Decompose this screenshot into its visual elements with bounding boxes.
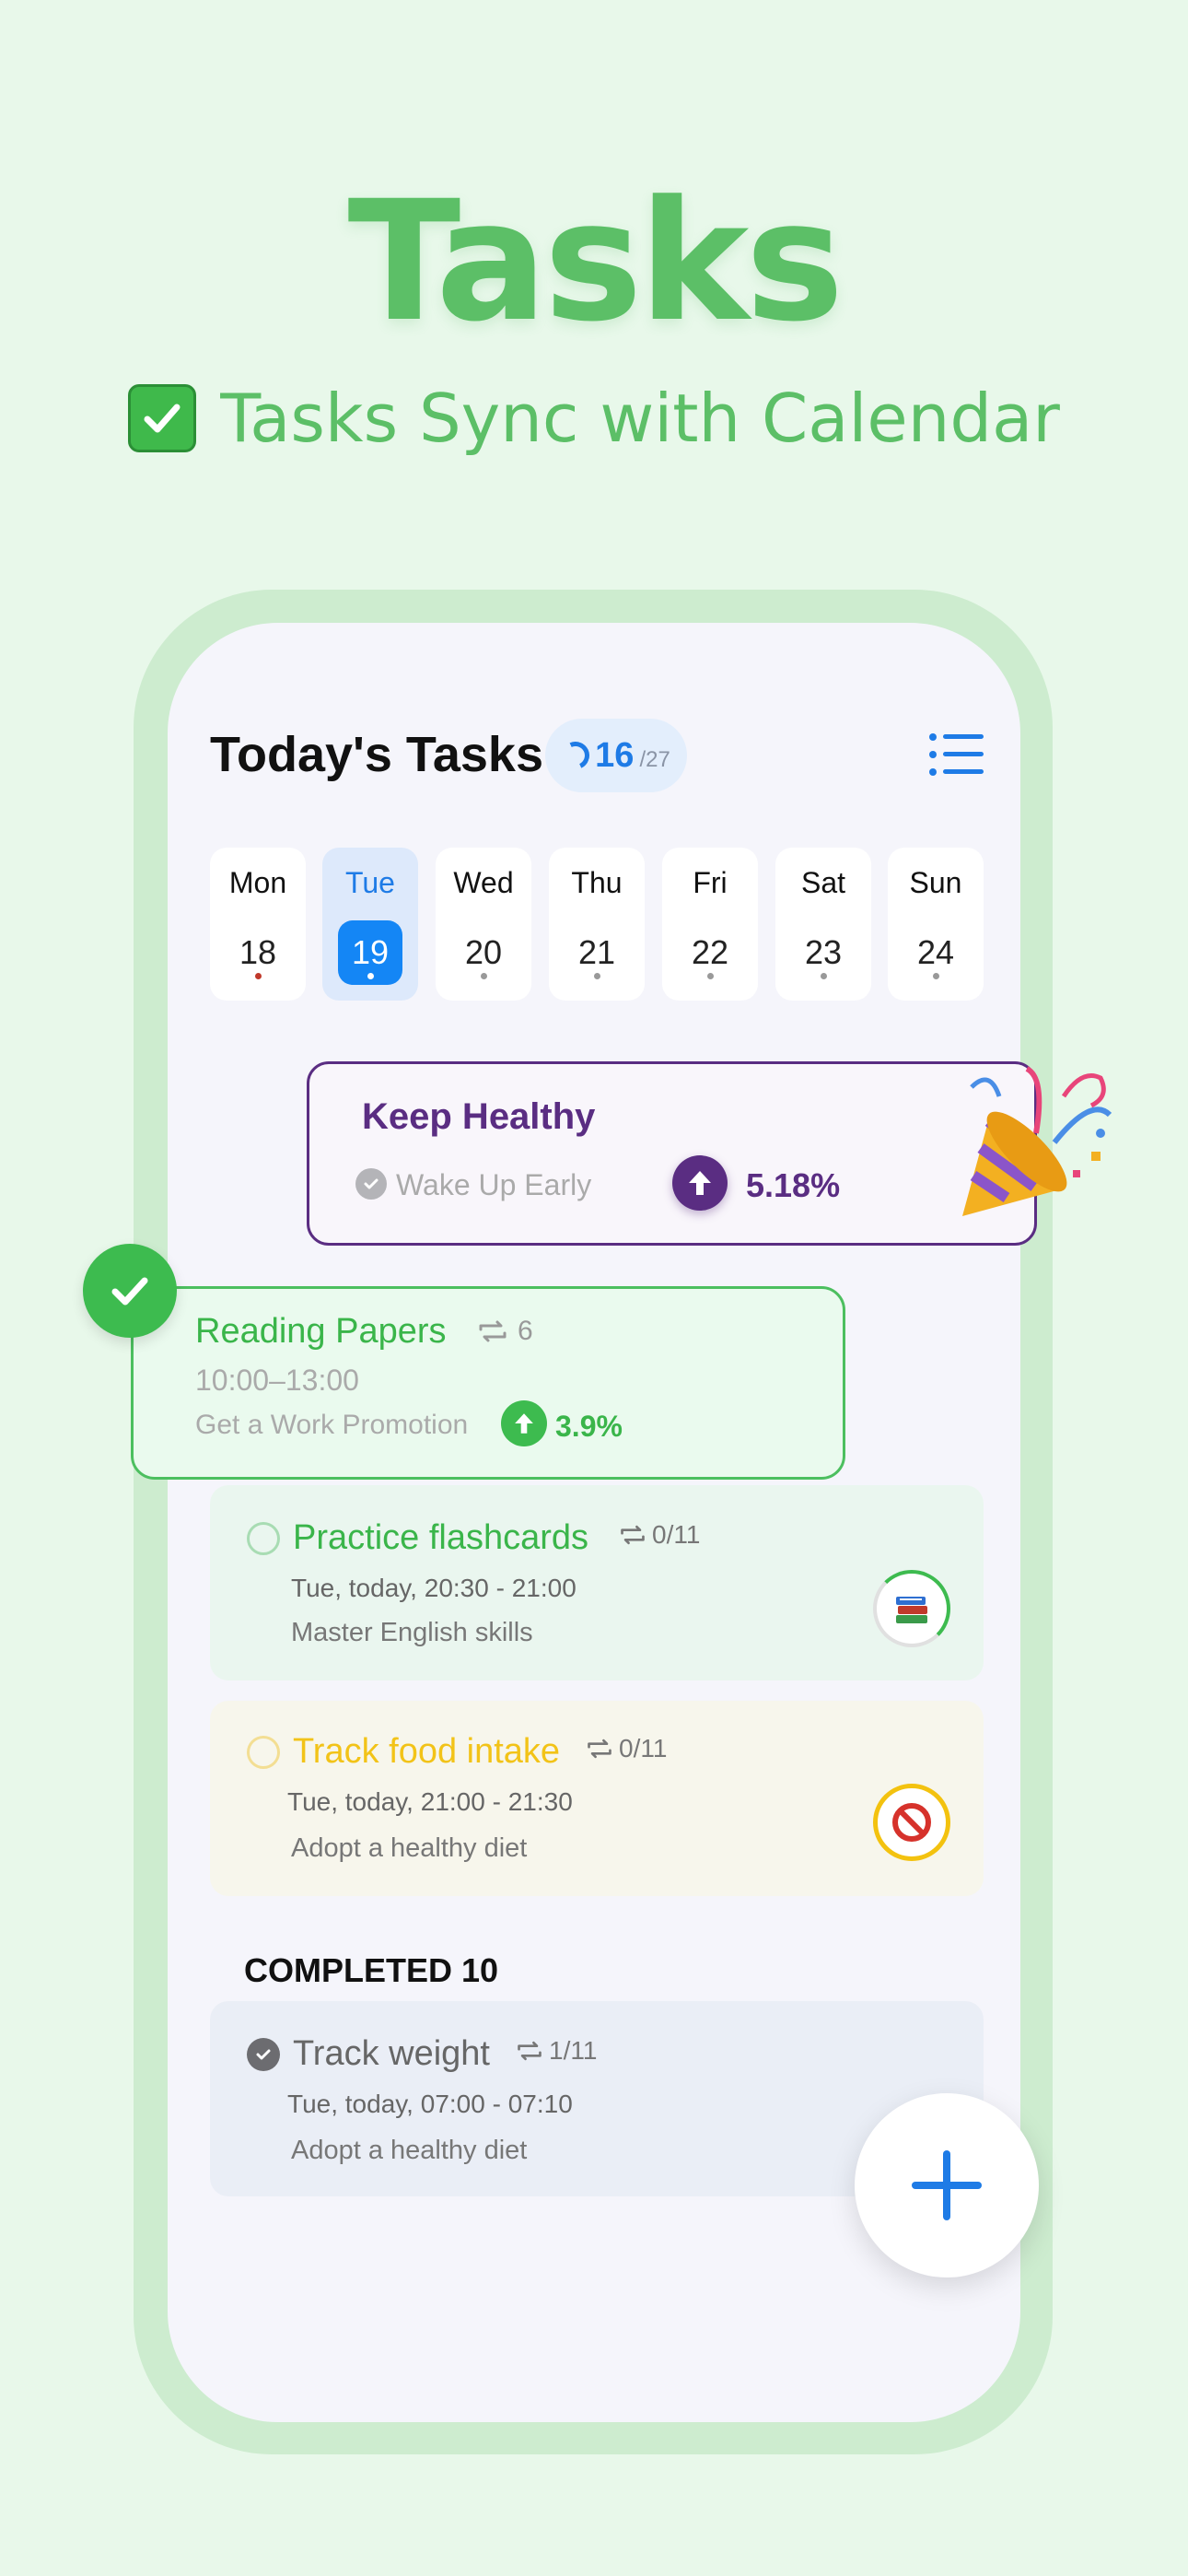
total-count: /27 xyxy=(639,747,670,772)
day-date: 22 xyxy=(691,933,729,971)
day-mon[interactable]: Mon 18 xyxy=(210,848,306,1001)
hero-subtitle-text: Tasks Sync with Calendar xyxy=(220,380,1060,457)
day-date: 21 xyxy=(577,933,616,971)
event-dot xyxy=(367,973,374,979)
page-title: Today's Tasks xyxy=(210,727,543,782)
list-view-icon[interactable] xyxy=(928,732,985,778)
task-checkbox[interactable] xyxy=(247,1736,280,1769)
day-thu[interactable]: Thu 21 xyxy=(549,848,645,1001)
books-icon[interactable] xyxy=(873,1570,950,1647)
add-task-button[interactable] xyxy=(855,2093,1039,2277)
repeat-count: 0/11 xyxy=(586,1734,667,1763)
event-dot xyxy=(594,973,600,979)
arrow-up-icon xyxy=(501,1400,547,1446)
repeat-icon xyxy=(621,1525,645,1545)
day-date: 19 xyxy=(351,933,390,971)
task-checkbox[interactable] xyxy=(247,1522,280,1555)
progress-count-badge[interactable]: 16 /27 xyxy=(545,719,687,792)
task-time: Tue, today, 21:00 - 21:30 xyxy=(287,1787,573,1816)
progress-ring-icon xyxy=(557,737,594,774)
task-goal: Get a Work Promotion xyxy=(195,1410,469,1440)
day-name: Thu xyxy=(571,866,623,899)
task-goal: Master English skills xyxy=(291,1618,533,1647)
done-count: 16 xyxy=(595,735,635,775)
day-name: Fri xyxy=(693,866,728,899)
day-sun[interactable]: Sun 24 xyxy=(888,848,984,1001)
day-name: Wed xyxy=(453,866,514,899)
task-goal: Adopt a healthy diet xyxy=(291,2136,528,2165)
task-percent: 3.9% xyxy=(555,1410,623,1443)
day-date: 18 xyxy=(239,933,277,971)
event-dot xyxy=(707,973,714,979)
repeat-count: 0/11 xyxy=(619,1520,700,1550)
hero-title: Tasks xyxy=(347,166,844,358)
day-name: Sat xyxy=(800,866,846,899)
party-popper-icon xyxy=(953,1060,1119,1225)
task-time: 10:00–13:00 xyxy=(195,1364,359,1397)
task-title: Track weight xyxy=(293,2034,490,2073)
goal-percent: 5.18% xyxy=(746,1166,841,1204)
day-date: 24 xyxy=(916,933,955,971)
day-fri[interactable]: Fri 22 xyxy=(662,848,758,1001)
repeat-value: 1/11 xyxy=(549,2036,598,2065)
repeat-value: 0/11 xyxy=(652,1520,701,1549)
goal-subtask: Wake Up Early xyxy=(396,1168,592,1201)
arrow-up-icon xyxy=(672,1155,728,1211)
task-time: Tue, today, 20:30 - 21:00 xyxy=(291,1574,577,1602)
day-sat[interactable]: Sat 23 xyxy=(775,848,871,1001)
event-dot xyxy=(255,973,262,979)
task-title: Practice flashcards xyxy=(293,1518,589,1557)
day-wed[interactable]: Wed 20 xyxy=(436,848,531,1001)
goal-title: Keep Healthy xyxy=(362,1096,596,1137)
repeat-count: 6 xyxy=(477,1316,533,1347)
repeat-icon xyxy=(479,1320,507,1342)
day-name: Mon xyxy=(228,866,287,899)
task-time: Tue, today, 07:00 - 07:10 xyxy=(287,2090,573,2118)
task-goal: Adopt a healthy diet xyxy=(291,1833,528,1863)
check-circle-icon xyxy=(355,1168,387,1200)
repeat-count: 1/11 xyxy=(516,2036,597,2066)
day-tue[interactable]: Tue 19 xyxy=(322,848,418,1001)
completed-section-header[interactable]: COMPLETED 10 xyxy=(244,1951,498,1990)
check-circle-icon[interactable] xyxy=(83,1244,177,1338)
repeat-value: 0/11 xyxy=(619,1734,668,1762)
day-date: 20 xyxy=(464,933,503,971)
goal-card[interactable] xyxy=(307,1061,1037,1246)
task-title: Track food intake xyxy=(293,1732,561,1771)
hero-subtitle: Tasks Sync with Calendar xyxy=(0,380,1188,457)
prohibited-icon[interactable] xyxy=(873,1784,950,1861)
plus-icon xyxy=(912,2150,982,2220)
event-dot xyxy=(821,973,827,979)
check-circle-icon[interactable] xyxy=(247,2038,280,2071)
event-dot xyxy=(481,973,487,979)
task-title: Reading Papers xyxy=(195,1312,447,1351)
day-name: Sun xyxy=(909,866,962,899)
day-name: Tue xyxy=(345,866,395,899)
repeat-icon xyxy=(518,2041,542,2061)
day-date: 23 xyxy=(804,933,843,971)
repeat-value: 6 xyxy=(518,1316,533,1346)
repeat-icon xyxy=(588,1739,611,1759)
event-dot xyxy=(933,973,939,979)
check-mark-icon xyxy=(128,384,197,452)
